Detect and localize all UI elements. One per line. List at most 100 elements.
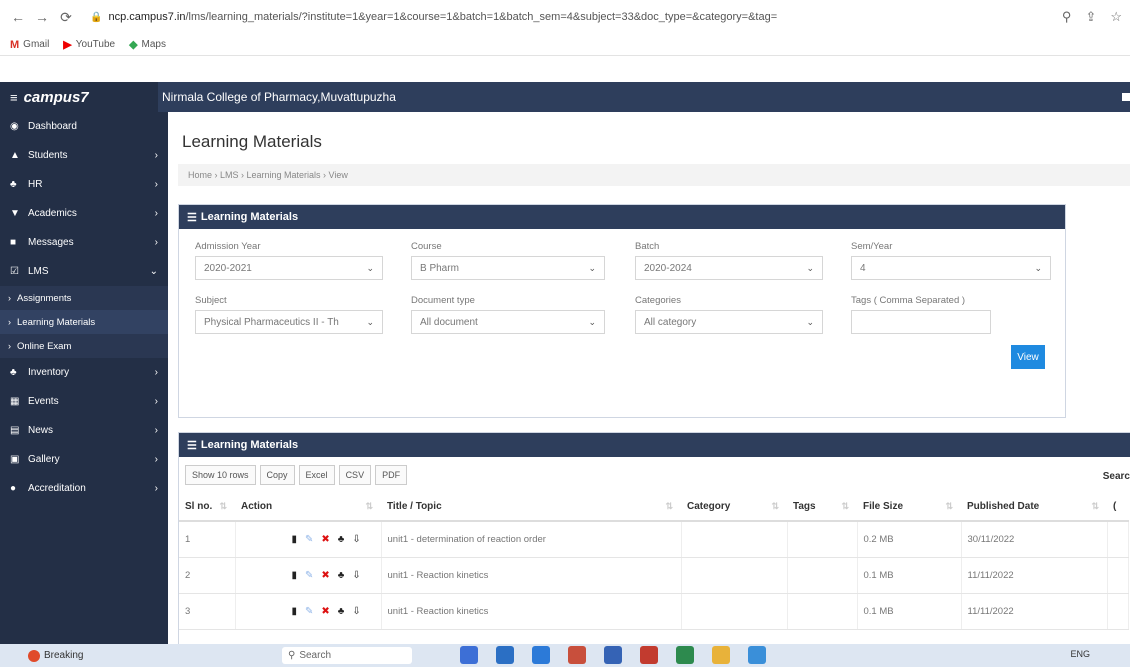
chevron-right-icon: › — [8, 341, 11, 351]
sidebar-item-inventory[interactable]: ♣ Inventory › — [0, 358, 168, 387]
language-indicator[interactable]: ENG — [1070, 649, 1090, 659]
materials-table: Sl no. ⇅ Action ⇅ Title / Topic ⇅ Category ⇅… — [179, 493, 1129, 630]
col-extra[interactable]: ( — [1107, 493, 1129, 522]
cell-actions: ▮ ✎ ✖ ♣ ⇩ — [235, 593, 382, 630]
news-widget[interactable]: Breaking — [0, 649, 83, 662]
batch-select[interactable]: 2020-2024 ⌄ — [635, 256, 823, 280]
teams-icon[interactable] — [532, 646, 550, 664]
star-icon[interactable]: ☆ — [1110, 9, 1122, 25]
col-tags[interactable]: Tags ⇅ — [787, 493, 857, 522]
brand-logo[interactable]: ≡ campus7 — [0, 82, 158, 112]
pdf-button[interactable]: PDF — [375, 465, 408, 485]
chevron-right-icon: › — [154, 237, 158, 248]
col-title[interactable]: Title / Topic ⇅ — [381, 493, 681, 522]
sidebar-item-lms[interactable]: ☑ LMS ⌄ — [0, 257, 168, 286]
view-button[interactable]: View — [1011, 345, 1045, 369]
categories-select[interactable]: All category ⌄ — [635, 310, 823, 334]
file-icon[interactable]: ▮ — [292, 570, 298, 581]
office-icon[interactable] — [568, 646, 586, 664]
bookmark-gmail[interactable]: M Gmail — [10, 39, 49, 51]
download-icon[interactable]: ⇩ — [352, 606, 360, 617]
list-icon: ☰ — [187, 439, 197, 452]
copy-button[interactable]: Copy — [259, 465, 295, 485]
bookmark-maps[interactable]: ◆ Maps — [129, 38, 166, 51]
sidebar-item-accreditation[interactable]: ● Accreditation › — [0, 474, 168, 503]
url-path: /lms/learning_materials/?institute=1&yea… — [185, 11, 778, 23]
admission-year-field: Admission Year 2020-2021 ⌄ — [195, 241, 383, 280]
edit-icon[interactable]: ✎ — [305, 606, 313, 617]
csv-button[interactable]: CSV — [338, 465, 372, 485]
cell-category — [681, 557, 788, 594]
download-icon[interactable]: ⇩ — [352, 534, 360, 545]
main-content: Learning Materials Home › LMS › Learning… — [168, 112, 1130, 644]
delete-icon[interactable]: ✖ — [321, 534, 329, 545]
table-row: 2 ▮ ✎ ✖ ♣ ⇩ unit1 - Reaction kinetics 0.… — [179, 557, 1129, 594]
store-icon[interactable] — [748, 646, 766, 664]
download-icon[interactable]: ⇩ — [352, 570, 360, 581]
file-icon[interactable]: ▮ — [292, 606, 298, 617]
sidebar-item-academics[interactable]: ▼ Academics › — [0, 199, 168, 228]
cell-file-size: 0.1 MB — [857, 557, 962, 594]
windows-start-icon[interactable] — [460, 646, 478, 664]
share-icon[interactable]: ⇪ — [1085, 9, 1096, 25]
back-icon[interactable]: ← — [8, 7, 28, 27]
edge-icon[interactable] — [496, 646, 514, 664]
subject-select[interactable]: Physical Pharmaceutics II - Th ⌄ — [195, 310, 383, 334]
admission-year-select[interactable]: 2020-2021 ⌄ — [195, 256, 383, 280]
tags-field: Tags ( Comma Separated ) — [851, 295, 991, 334]
taskbar-search[interactable]: ⚲ Search — [282, 647, 412, 664]
cell-tags — [787, 521, 858, 558]
sidebar-item-dashboard[interactable]: ◉ Dashboard — [0, 112, 168, 141]
cell-extra — [1107, 557, 1129, 594]
chrome-icon[interactable] — [676, 646, 694, 664]
cell-published-date: 11/11/2022 — [961, 557, 1108, 594]
chevron-down-icon: ⌄ — [588, 262, 596, 273]
delete-icon[interactable]: ✖ — [321, 606, 329, 617]
file-icon[interactable]: ▮ — [292, 534, 298, 545]
group-icon[interactable]: ♣ — [338, 606, 345, 617]
col-slno[interactable]: Sl no. ⇅ — [179, 493, 235, 522]
sem-select[interactable]: 4 ⌄ — [851, 256, 1051, 280]
col-category[interactable]: Category ⇅ — [681, 493, 787, 522]
word-icon[interactable] — [604, 646, 622, 664]
sidebar-item-hr[interactable]: ♣ HR › — [0, 170, 168, 199]
sidebar-item-gallery[interactable]: ▣ Gallery › — [0, 445, 168, 474]
url-field[interactable]: 🔒 ncp.campus7.in /lms/learning_materials… — [90, 11, 1010, 23]
forward-icon[interactable]: → — [32, 7, 52, 27]
menu-icon[interactable]: ≡ — [10, 90, 18, 105]
sidebar-item-messages[interactable]: ■ Messages › — [0, 228, 168, 257]
college-name: Nirmala College of Pharmacy,Muvattupuzha — [162, 90, 396, 104]
sidebar-sub-online-exam[interactable]: › Online Exam — [0, 334, 168, 358]
edit-icon[interactable]: ✎ — [305, 570, 313, 581]
group-icon[interactable]: ♣ — [338, 534, 345, 545]
excel-button[interactable]: Excel — [298, 465, 335, 485]
sidebar-sub-assignments[interactable]: › Assignments — [0, 286, 168, 310]
image-icon: ▣ — [10, 454, 20, 465]
course-field: Course B Pharm ⌄ — [411, 241, 605, 280]
col-published-date[interactable]: Published Date ⇅ — [961, 493, 1107, 522]
show-rows-button[interactable]: Show 10 rows — [185, 465, 256, 485]
sidebar-item-students[interactable]: ▲ Students › — [0, 141, 168, 170]
tags-input[interactable] — [851, 310, 991, 334]
taskbar-apps — [460, 646, 766, 664]
doc-type-select[interactable]: All document ⌄ — [411, 310, 605, 334]
col-file-size[interactable]: File Size ⇅ — [857, 493, 961, 522]
table-panel: ☰ Learning Materials Show 10 rows Copy Ex… — [178, 432, 1130, 644]
bookmark-youtube[interactable]: ▶ YouTube — [63, 38, 115, 51]
group-icon[interactable]: ♣ — [338, 570, 345, 581]
mail-icon[interactable] — [1122, 93, 1130, 101]
course-select[interactable]: B Pharm ⌄ — [411, 256, 605, 280]
zoom-icon[interactable]: ⚲ — [1062, 9, 1072, 25]
col-action[interactable]: Action ⇅ — [235, 493, 381, 522]
sort-icon: ⇅ — [945, 501, 953, 511]
folder-icon[interactable] — [712, 646, 730, 664]
sidebar-item-news[interactable]: ▤ News › — [0, 416, 168, 445]
sidebar-sub-learning-materials[interactable]: › Learning Materials — [0, 310, 168, 334]
sidebar-item-events[interactable]: ▦ Events › — [0, 387, 168, 416]
edit-icon[interactable]: ✎ — [305, 534, 313, 545]
gmail-icon: M — [10, 38, 20, 51]
gmail-app-icon[interactable] — [640, 646, 658, 664]
cell-slno: 2 — [179, 557, 236, 594]
delete-icon[interactable]: ✖ — [321, 570, 329, 581]
reload-icon[interactable]: ⟳ — [56, 7, 76, 27]
